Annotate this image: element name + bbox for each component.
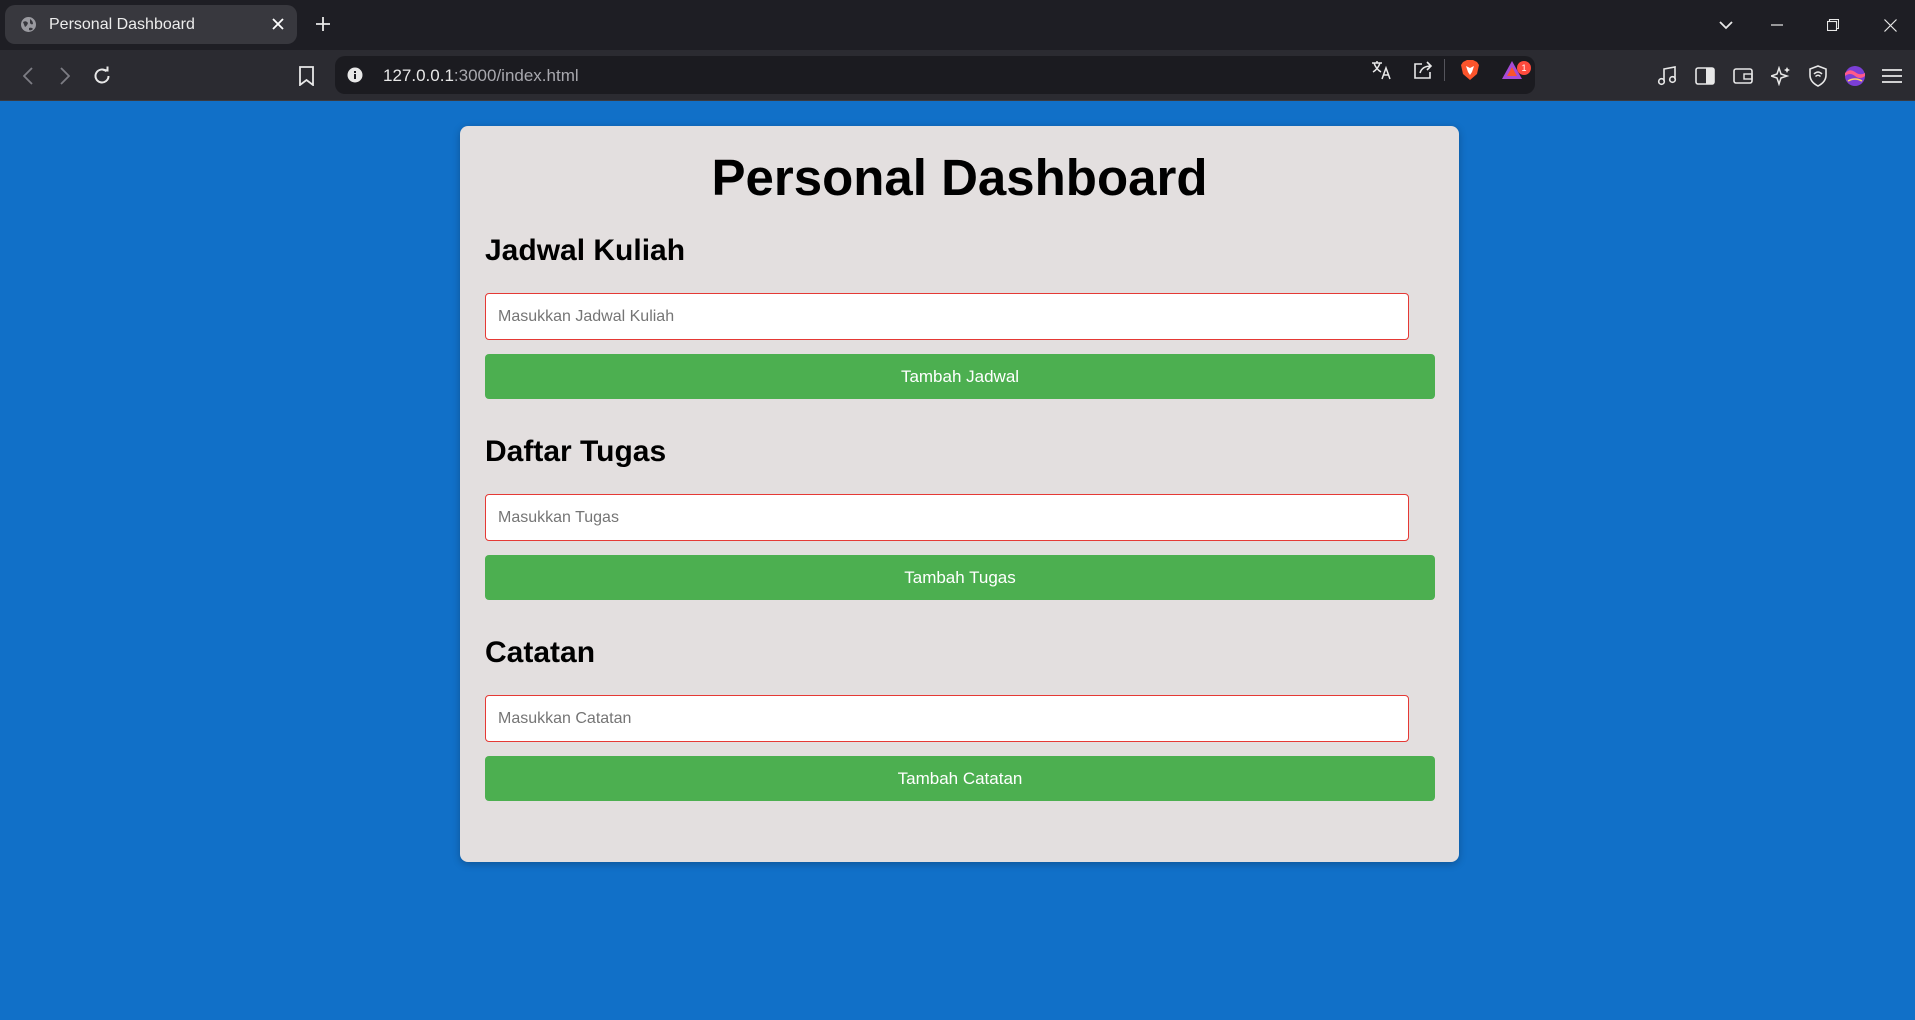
plus-icon[interactable] (312, 13, 334, 35)
section-title-jadwal-kuliah: Jadwal Kuliah (485, 234, 686, 267)
tab-strip: Personal Dashboard (0, 0, 1915, 50)
tambah-jadwal-button[interactable]: Tambah Jadwal (485, 354, 1435, 399)
browser-toolbar: 127.0.0.1:3000/index.html 1 (0, 50, 1915, 101)
url-separator (1444, 59, 1445, 81)
vpn-icon[interactable] (1804, 62, 1832, 90)
tambah-catatan-button[interactable]: Tambah Catatan (485, 756, 1435, 801)
brave-shield-icon[interactable] (1458, 58, 1482, 82)
share-icon[interactable] (1412, 58, 1436, 82)
section-title-daftar-tugas: Daftar Tugas (485, 435, 667, 468)
catatan-input[interactable] (485, 695, 1409, 742)
menu-icon[interactable] (1878, 62, 1906, 90)
tab-title: Personal Dashboard (49, 16, 195, 33)
tambah-tugas-button[interactable]: Tambah Tugas (485, 555, 1435, 600)
dashboard-card: Personal Dashboard Jadwal Kuliah Tambah … (460, 126, 1459, 862)
url-text[interactable]: 127.0.0.1:3000/index.html (383, 66, 579, 86)
window-close-icon[interactable] (1876, 11, 1904, 39)
forward-icon[interactable] (51, 62, 79, 90)
translate-icon[interactable] (1370, 58, 1394, 82)
bookmark-icon[interactable] (292, 62, 320, 90)
wallet-icon[interactable] (1729, 62, 1757, 90)
chevron-down-icon[interactable] (1712, 11, 1740, 39)
section-title-catatan: Catatan (485, 636, 596, 669)
url-path: :3000/index.html (453, 66, 579, 85)
leo-ai-icon[interactable] (1767, 62, 1795, 90)
close-icon[interactable] (267, 13, 289, 35)
page-viewport: Personal Dashboard Jadwal Kuliah Tambah … (0, 101, 1915, 1020)
music-icon[interactable] (1653, 62, 1681, 90)
minimize-icon[interactable] (1763, 11, 1791, 39)
jadwal-kuliah-input[interactable] (485, 293, 1409, 340)
tugas-input[interactable] (485, 494, 1409, 541)
sidebar-icon[interactable] (1691, 62, 1719, 90)
address-bar[interactable]: 127.0.0.1:3000/index.html (335, 56, 1535, 94)
back-icon[interactable] (14, 62, 42, 90)
reload-icon[interactable] (88, 62, 116, 90)
url-host: 127.0.0.1 (383, 66, 454, 85)
globe-icon (20, 16, 37, 33)
notification-badge: 1 (1517, 61, 1531, 75)
restore-icon[interactable] (1819, 11, 1847, 39)
page-title: Personal Dashboard (711, 149, 1208, 206)
info-icon[interactable] (347, 67, 363, 83)
profile-icon[interactable] (1841, 62, 1869, 90)
tab-personal-dashboard[interactable]: Personal Dashboard (5, 5, 297, 44)
